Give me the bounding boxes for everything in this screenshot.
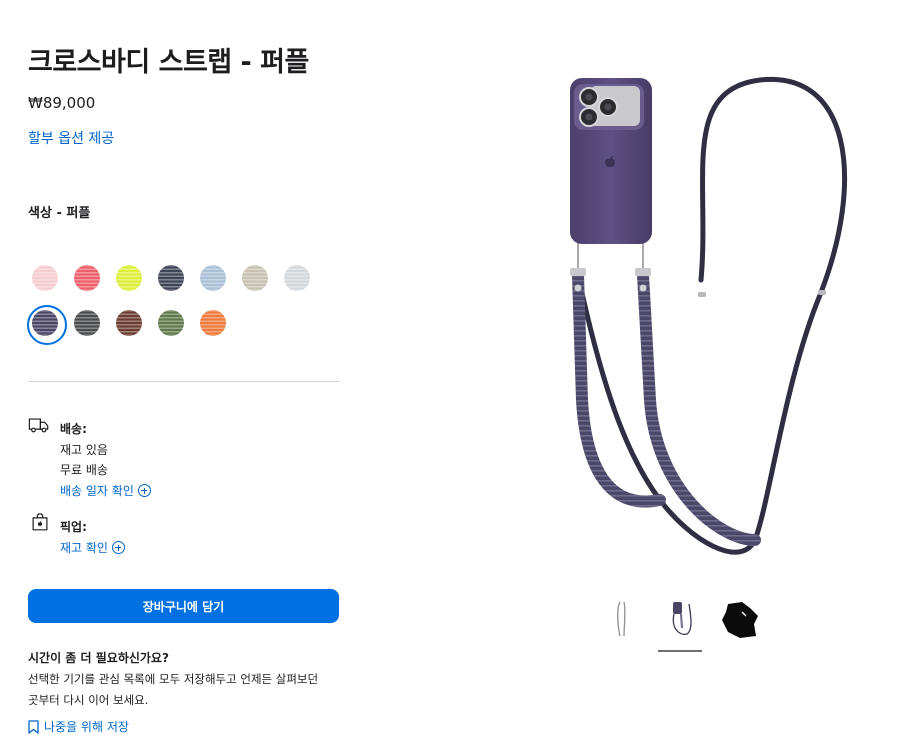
save-for-later-label: 나중을 위해 저장 <box>44 720 129 734</box>
truck-icon <box>28 418 49 433</box>
color-swatch-coral[interactable] <box>74 265 100 291</box>
plus-circle-icon <box>111 541 125 554</box>
check-delivery-date-label: 배송 일자 확인 <box>60 484 134 498</box>
color-swatch-orange[interactable] <box>200 310 226 336</box>
color-swatch-purple[interactable] <box>27 305 67 345</box>
check-delivery-date-link[interactable]: 배송 일자 확인 <box>60 482 151 499</box>
swatch-texture <box>116 310 142 336</box>
swatch-texture <box>158 310 184 336</box>
swatch-texture <box>32 265 58 291</box>
more-time-text-line2: 곳부터 다시 이어 보세요. <box>28 693 149 707</box>
product-image <box>570 76 848 555</box>
more-time-title: 시간이 좀 더 필요하신가요? <box>28 651 169 665</box>
delivery-stock-status: 재고 있음 <box>60 443 108 457</box>
save-for-later-link[interactable]: 나중을 위해 저장 <box>28 718 129 735</box>
color-swatch-brown[interactable] <box>116 310 142 336</box>
color-swatch-dark-gray[interactable] <box>74 310 100 336</box>
color-label: 색상 - 퍼플 <box>28 206 91 221</box>
swatch-texture <box>200 265 226 291</box>
swatch-texture <box>74 310 100 336</box>
pickup-title: 픽업: <box>60 520 87 534</box>
swatch-texture <box>32 310 58 336</box>
delivery-title: 배송: <box>60 422 87 436</box>
check-stock-label: 재고 확인 <box>60 541 108 555</box>
swatch-texture <box>74 265 100 291</box>
color-swatch-light-gray[interactable] <box>284 265 310 291</box>
thumbnail-strap[interactable] <box>602 598 642 640</box>
finance-options-link[interactable]: 할부 옵션 제공 <box>28 128 114 148</box>
check-stock-link[interactable]: 재고 확인 <box>60 539 125 556</box>
add-to-bag-button[interactable]: 장바구니에 담기 <box>28 589 339 623</box>
product-price: ₩89,000 <box>28 94 96 112</box>
thumbnail-gallery <box>600 598 770 658</box>
swatch-texture <box>116 265 142 291</box>
color-swatch-light-pink[interactable] <box>32 265 58 291</box>
color-swatch-lime[interactable] <box>116 265 142 291</box>
color-swatch-light-blue[interactable] <box>200 265 226 291</box>
bookmark-icon <box>28 719 39 734</box>
shopping-bag-icon <box>32 513 48 531</box>
divider <box>28 381 340 382</box>
color-swatch-beige[interactable] <box>242 265 268 291</box>
thumbnail-selected-indicator <box>658 650 702 652</box>
thumbnail-lifestyle[interactable] <box>720 598 760 640</box>
color-swatch-navy[interactable] <box>158 265 184 291</box>
more-time-text-line1: 선택한 기기를 관심 목록에 모두 저장해두고 언제든 살펴보던 <box>28 672 319 686</box>
color-swatch-green[interactable] <box>158 310 184 336</box>
swatch-texture <box>200 310 226 336</box>
swatch-texture <box>158 265 184 291</box>
swatch-texture <box>284 265 310 291</box>
swatch-texture <box>242 265 268 291</box>
product-title: 크로스바디 스트랩 - 퍼플 <box>28 47 309 78</box>
delivery-free-shipping: 무료 배송 <box>60 463 108 477</box>
thumbnail-phone-strap[interactable] <box>661 598 701 640</box>
plus-circle-icon <box>137 484 151 497</box>
